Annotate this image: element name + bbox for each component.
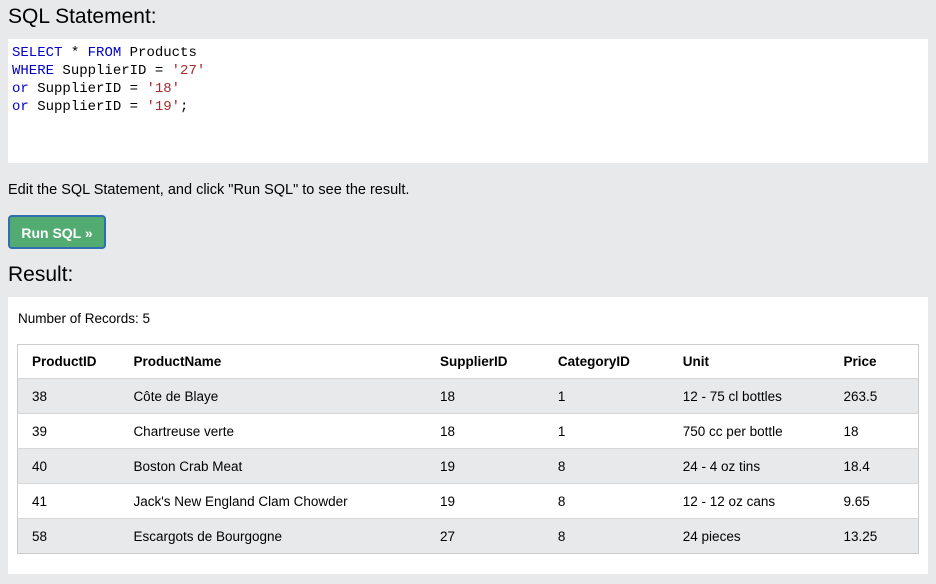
- cell-productname: Jack's New England Clam Chowder: [119, 483, 426, 519]
- sql-keyword: WHERE: [12, 63, 55, 79]
- table-row: 41 Jack's New England Clam Chowder 19 8 …: [17, 483, 919, 519]
- run-sql-button[interactable]: Run SQL »: [8, 215, 106, 249]
- record-count: Number of Records: 5: [18, 311, 151, 326]
- table-row: 38 Côte de Blaye 18 1 12 - 75 cl bottles…: [17, 378, 919, 414]
- sql-text: *: [62, 45, 88, 61]
- sql-text: SupplierID =: [28, 99, 147, 115]
- sql-string: '18': [146, 81, 181, 97]
- column-header-supplierid: SupplierID: [425, 344, 544, 379]
- table-row: 58 Escargots de Bourgogne 27 8 24 pieces…: [17, 518, 919, 554]
- page: SQL Statement: SELECT * FROM Products WHE…: [0, 0, 936, 584]
- sql-text: ;: [180, 99, 189, 115]
- table-row: 40 Boston Crab Meat 19 8 24 - 4 oz tins …: [17, 448, 919, 484]
- column-header-productname: ProductName: [119, 344, 426, 379]
- sql-code-line: WHERE SupplierID = '27': [12, 62, 924, 80]
- cell-productname: Escargots de Bourgogne: [119, 518, 426, 554]
- sql-string: '19': [146, 99, 181, 115]
- sql-keyword: SELECT: [12, 45, 63, 61]
- cell-productid: 41: [17, 483, 120, 519]
- column-header-productid: ProductID: [17, 344, 120, 379]
- result-heading: Result:: [8, 263, 74, 286]
- sql-statement-heading: SQL Statement:: [8, 5, 157, 28]
- cell-unit: 12 - 12 oz cans: [668, 483, 830, 519]
- sql-text: SupplierID =: [28, 81, 147, 97]
- cell-price: 9.65: [829, 483, 919, 519]
- result-panel: Number of Records: 5 ProductID ProductNa…: [8, 297, 928, 574]
- cell-supplierid: 18: [425, 413, 544, 449]
- cell-categoryid: 8: [543, 483, 669, 519]
- cell-categoryid: 8: [543, 518, 669, 554]
- column-header-unit: Unit: [668, 344, 830, 379]
- sql-text: SupplierID =: [54, 63, 172, 79]
- cell-categoryid: 8: [543, 448, 669, 484]
- cell-productid: 40: [17, 448, 120, 484]
- sql-keyword: or: [12, 99, 29, 115]
- cell-price: 263.5: [829, 378, 919, 414]
- cell-productid: 38: [17, 378, 120, 414]
- cell-productname: Boston Crab Meat: [119, 448, 426, 484]
- column-header-price: Price: [829, 344, 919, 379]
- table-row: 39 Chartreuse verte 18 1 750 cc per bott…: [17, 413, 919, 449]
- cell-unit: 24 pieces: [668, 518, 830, 554]
- cell-unit: 24 - 4 oz tins: [668, 448, 830, 484]
- cell-supplierid: 19: [425, 483, 544, 519]
- sql-code-line: SELECT * FROM Products: [12, 44, 924, 62]
- cell-categoryid: 1: [543, 378, 669, 414]
- cell-unit: 750 cc per bottle: [668, 413, 830, 449]
- sql-code-line: or SupplierID = '18': [12, 80, 924, 98]
- cell-supplierid: 27: [425, 518, 544, 554]
- cell-productid: 58: [17, 518, 120, 554]
- sql-code-line: or SupplierID = '19';: [12, 98, 924, 116]
- column-header-categoryid: CategoryID: [543, 344, 669, 379]
- cell-productname: Chartreuse verte: [119, 413, 426, 449]
- cell-price: 18.4: [829, 448, 919, 484]
- cell-price: 13.25: [829, 518, 919, 554]
- table-header-row: ProductID ProductName SupplierID Categor…: [17, 344, 919, 379]
- sql-keyword: or: [12, 81, 29, 97]
- cell-supplierid: 19: [425, 448, 544, 484]
- cell-productid: 39: [17, 413, 120, 449]
- cell-categoryid: 1: [543, 413, 669, 449]
- sql-keyword: FROM: [87, 45, 122, 61]
- results-table: ProductID ProductName SupplierID Categor…: [17, 344, 919, 554]
- sql-text: Products: [121, 45, 197, 61]
- cell-price: 18: [829, 413, 919, 449]
- sql-editor[interactable]: SELECT * FROM Products WHERE SupplierID =…: [8, 39, 928, 163]
- cell-productname: Côte de Blaye: [119, 378, 426, 414]
- sql-string: '27': [171, 63, 206, 79]
- instructions-text: Edit the SQL Statement, and click "Run S…: [8, 182, 410, 198]
- cell-supplierid: 18: [425, 378, 544, 414]
- cell-unit: 12 - 75 cl bottles: [668, 378, 830, 414]
